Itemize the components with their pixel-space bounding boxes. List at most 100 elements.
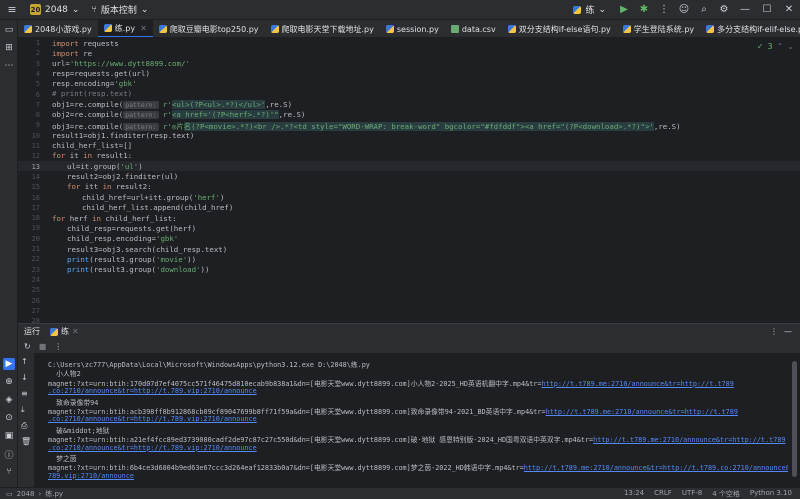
line-number: 16 <box>31 193 40 202</box>
search-icon[interactable]: ⌕ <box>696 0 712 20</box>
more-icon[interactable]: ⋮ <box>54 342 62 351</box>
minimize-panel-icon[interactable]: — <box>784 327 792 336</box>
line-separator[interactable]: CRLF <box>654 489 672 499</box>
console-link[interactable]: http://t.t789.me:2710/announce&tr=http:/… <box>541 380 733 388</box>
console-scrollbar[interactable] <box>788 353 800 487</box>
code-line: child_resp.encoding='gbk' <box>67 234 179 243</box>
code-area[interactable]: import requests import re url='https://w… <box>52 38 792 321</box>
python-file-icon <box>158 25 167 33</box>
arrow-up-icon[interactable]: ↑ <box>21 357 28 366</box>
branch-icon: ⑂ <box>91 4 97 15</box>
code-line: child_herf_list=[] <box>52 141 133 150</box>
tab-label: 学生登陆系统.py <box>633 24 695 34</box>
caret-position[interactable]: 13:24 <box>624 489 644 499</box>
param-hint: pattern: <box>123 101 159 109</box>
editor-tabs: 2048小游戏.py 练.py ✕ 爬取豆瓣电影top250.py 爬取电影天堂下载地址… <box>18 20 800 38</box>
code-line: import requests <box>52 39 119 48</box>
line-number: 7 <box>35 100 40 109</box>
run-tab[interactable]: 练 ✕ <box>50 326 79 337</box>
editor-tab[interactable]: data.csv <box>445 20 502 37</box>
console-line: .co:2710/announce&tr=http://t.789.vip:27… <box>48 415 257 423</box>
tab-label: session.py <box>396 24 439 34</box>
code-line: result3=obj3.search(child_resp.text) <box>67 245 228 254</box>
console-link[interactable]: 789.vip:2710/announce <box>48 472 134 480</box>
run-tool-icon[interactable]: ▶ <box>3 358 15 370</box>
close-icon[interactable]: ✕ <box>140 24 147 33</box>
python-file-icon <box>573 5 582 14</box>
console-line: C:\Users\zc777\AppData\Local\Microsoft\W… <box>48 359 370 369</box>
arrow-down-icon[interactable]: ↓ <box>21 373 28 382</box>
line-number: 24 <box>31 275 40 284</box>
code-line: resp=requests.get(url) <box>52 69 150 78</box>
hamburger-icon[interactable]: ≡ <box>0 0 24 20</box>
breadcrumb-project[interactable]: 2048 <box>17 490 35 498</box>
stop-icon[interactable]: ■ <box>39 342 47 351</box>
terminal-icon[interactable]: ▣ <box>3 430 15 442</box>
editor-tab[interactable]: 学生登陆系统.py <box>617 20 700 37</box>
editor-tab[interactable]: 爬取豆瓣电影top250.py <box>153 20 265 37</box>
more-icon[interactable]: ⋮ <box>656 0 672 20</box>
more-icon[interactable]: ⋮ <box>770 327 778 336</box>
services-icon[interactable]: ⊙ <box>3 412 15 424</box>
line-number: 8 <box>35 111 40 120</box>
vcs-menu[interactable]: ⑂ 版本控制 ⌄ <box>91 3 148 17</box>
print-icon[interactable]: ⎙ <box>21 421 27 431</box>
scroll-to-end-icon[interactable]: ⤓ <box>21 405 25 415</box>
run-tab-label: 练 <box>61 327 69 336</box>
breadcrumb-file[interactable]: 练.py <box>45 489 63 499</box>
more-tools-icon[interactable]: ⋯ <box>3 60 15 72</box>
editor-tab[interactable]: 爬取电影天堂下载地址.py <box>265 20 380 37</box>
param-hint: pattern: <box>123 111 159 119</box>
line-number: 10 <box>31 131 40 140</box>
csv-file-icon <box>450 25 459 33</box>
minimize-button[interactable]: — <box>734 0 756 20</box>
console-link[interactable]: .co:2710/announce&tr=http://t.789.vip:27… <box>48 444 257 452</box>
code-line: for herf in child_herf_list: <box>52 214 177 223</box>
run-icon[interactable]: ▶ <box>616 0 632 20</box>
line-number: 11 <box>31 142 40 150</box>
scrollbar-thumb[interactable] <box>792 361 797 477</box>
python-file-icon <box>24 25 32 33</box>
user-icon[interactable]: ☺ <box>676 0 692 20</box>
debug-icon[interactable]: ✱ <box>636 0 652 20</box>
indent-setting[interactable]: 4 个空格 <box>712 489 740 499</box>
editor-tab[interactable]: session.py <box>380 20 445 37</box>
console-link[interactable]: .co:2710/announce&tr=http://t.789.vip:27… <box>48 415 257 423</box>
soft-wrap-icon[interactable]: ≡ <box>21 389 28 398</box>
structure-icon[interactable]: ⊞ <box>3 42 15 54</box>
run-console[interactable]: C:\Users\zc777\AppData\Local\Microsoft\W… <box>34 353 788 487</box>
close-icon[interactable]: ✕ <box>72 327 79 336</box>
python-packages-icon[interactable]: ⊕ <box>3 376 15 388</box>
console-link[interactable]: .co:2710/announce&tr=http://t.789.vip:27… <box>48 387 257 395</box>
code-editor[interactable]: 1 2 3 4 5 6 7 8 9 10 11 12 13 14 15 16 17 18 19 20 21 22 23 24 2… <box>18 38 800 325</box>
editor-tab[interactable]: 多分支结构if-elif-else.py <box>700 20 800 37</box>
code-line: obj2=re.compile(pattern: r'<a href='(?P<… <box>52 110 306 119</box>
console-link[interactable]: http://t.t789.me:2710/announce&tr=http:/… <box>524 464 788 472</box>
folder-icon[interactable]: ▭ <box>3 24 15 36</box>
editor-tab[interactable]: 练.py ✕ <box>97 20 153 37</box>
line-number: 27 <box>31 306 40 315</box>
line-number: 26 <box>31 296 40 305</box>
code-line: obj1=re.compile(pattern: r'<ul>(?P<ul>.*… <box>52 100 293 109</box>
python-interpreter[interactable]: Python 3.10 <box>750 489 792 499</box>
editor-tab[interactable]: 2048小游戏.py <box>18 20 98 37</box>
line-number: 4 <box>35 69 40 78</box>
console-link[interactable]: http://t.t789.me:2710/announce&tr=http:/… <box>593 436 785 444</box>
console-link[interactable]: http://t.t789.me:2710/announce&tr=http:/… <box>546 408 738 416</box>
trash-icon[interactable]: 🗑 <box>21 437 31 446</box>
python-file-icon <box>507 25 516 33</box>
version-control-icon[interactable]: ⑂ <box>3 466 15 478</box>
rerun-icon[interactable]: ↻ <box>24 342 31 351</box>
file-encoding[interactable]: UTF-8 <box>682 489 702 499</box>
maximize-button[interactable]: ☐ <box>756 0 778 20</box>
editor-tab[interactable]: 双分支结构if-else语句.py <box>502 20 617 37</box>
python-console-icon[interactable]: ◈ <box>3 394 15 406</box>
run-config-selector[interactable]: 练 ⌄ <box>573 3 606 16</box>
code-line: child_herf_list.append(child_href) <box>82 203 234 212</box>
line-number: 17 <box>31 203 40 212</box>
close-button[interactable]: ✕ <box>778 0 800 20</box>
problems-icon[interactable]: ⓘ <box>3 448 15 461</box>
gear-icon[interactable]: ⚙ <box>716 0 732 20</box>
project-switcher[interactable]: 20 2048 ⌄ <box>30 4 79 15</box>
line-number: 22 <box>31 255 40 264</box>
